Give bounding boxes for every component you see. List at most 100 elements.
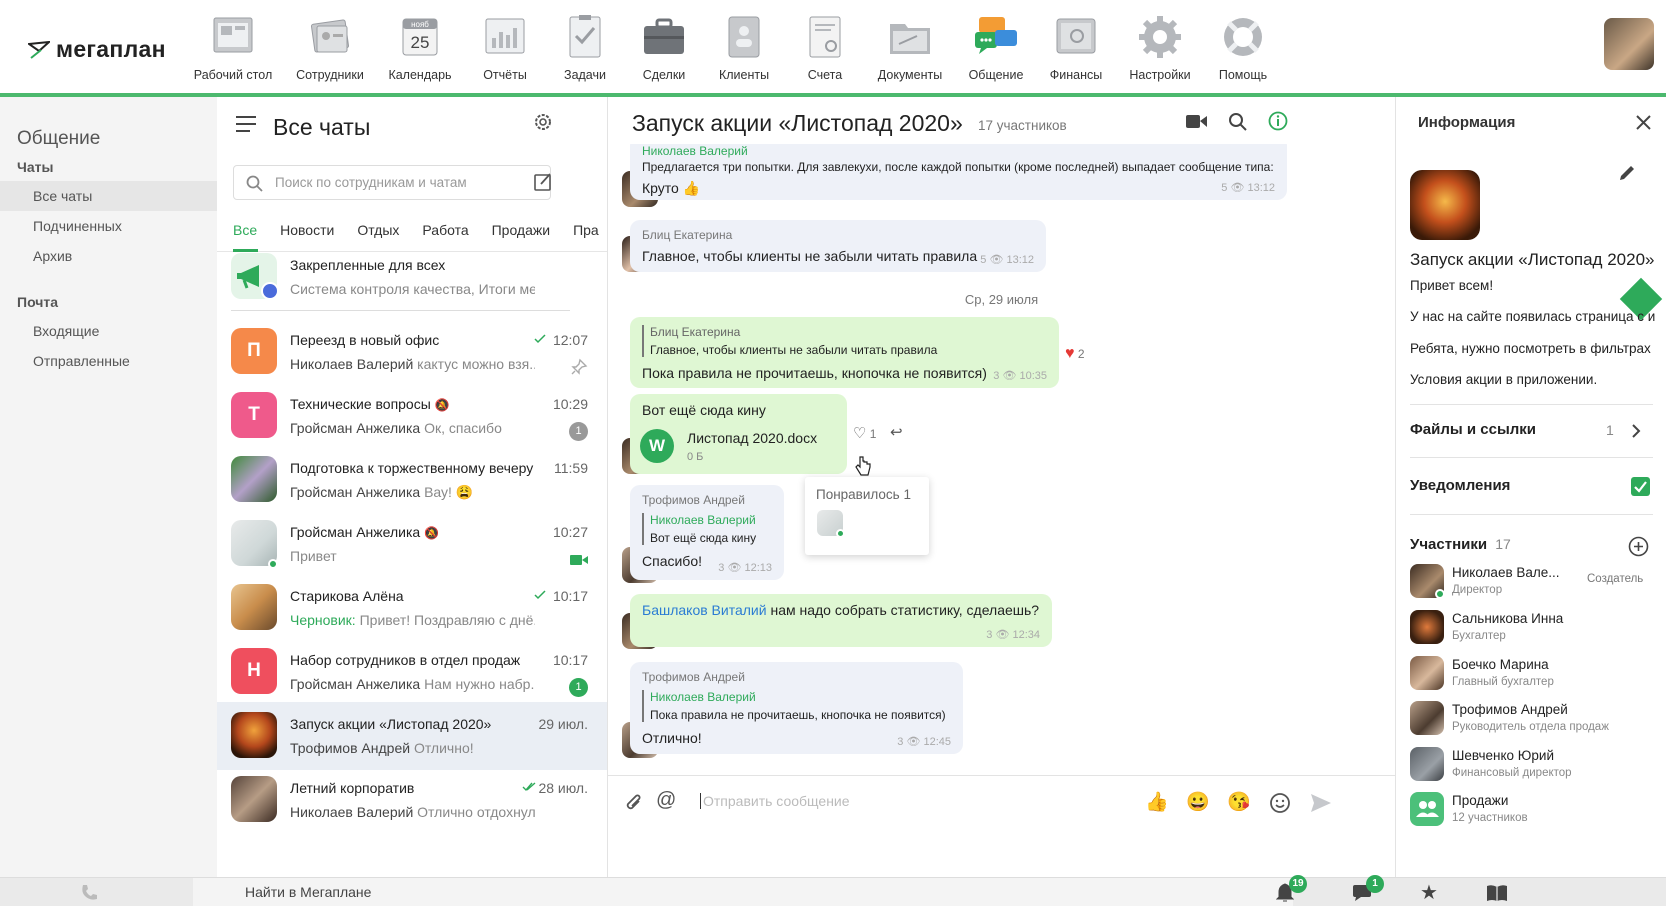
settings-gear-icon[interactable] <box>533 112 553 132</box>
chat-item[interactable]: Подготовка к торжественному вечеру Гройс… <box>217 446 607 514</box>
video-call-icon[interactable] <box>1186 114 1208 129</box>
messages-badge: 1 <box>1366 875 1384 893</box>
member-item[interactable]: Николаев Вале... Директор Создатель <box>1410 564 1666 608</box>
file-name[interactable]: Листопад 2020.docx <box>687 430 817 446</box>
sidebar-item-all-chats[interactable]: Все чаты <box>0 181 217 211</box>
likes-counter[interactable]: ♡ 1 <box>853 424 876 442</box>
chat-item-selected[interactable]: Запуск акции «Листопад 2020» Трофимов Ан… <box>217 702 607 770</box>
nav-chat[interactable]: Общение <box>953 14 1039 82</box>
chat-item[interactable]: Летний корпоратив Николаев Валерий Отлич… <box>217 766 607 834</box>
menu-icon[interactable] <box>236 115 258 133</box>
tab-all[interactable]: Все <box>233 222 257 238</box>
chat-time: 10:17 <box>552 588 588 604</box>
nav-employees[interactable]: Сотрудники <box>287 14 373 82</box>
info-icon[interactable] <box>1268 111 1288 131</box>
message-bubble[interactable]: Трофимов Андрей Николаев Валерий Вот ещё… <box>630 485 784 580</box>
nav-clients[interactable]: Клиенты <box>701 14 787 82</box>
edit-pencil-icon[interactable] <box>1618 164 1636 182</box>
nav-tasks[interactable]: Задачи <box>542 14 628 82</box>
megaplan-logo[interactable]: мегаплан <box>28 36 166 63</box>
nav-help[interactable]: Помощь <box>1200 14 1286 82</box>
message-bubble[interactable]: Николаев Валерий Предлагается три попытк… <box>630 144 1287 200</box>
message-bubble[interactable]: Трофимов Андрей Николаев Валерий Пока пр… <box>630 662 963 754</box>
chat-item[interactable]: Гройсман Анжелика 🔕 Привет 10:27 <box>217 510 607 578</box>
member-item[interactable]: Боечко Марина Главный бухгалтер <box>1410 656 1666 700</box>
tab-more[interactable]: Пра <box>573 222 599 238</box>
sidebar-item-inbox[interactable]: Входящие <box>0 316 217 346</box>
grin-emoji-icon[interactable]: 😀 <box>1186 790 1210 814</box>
user-avatar[interactable] <box>1604 18 1654 70</box>
online-indicator <box>268 559 278 569</box>
global-search[interactable]: Найти в Мегаплане <box>193 878 1293 906</box>
message-bubble-own[interactable]: Башлаков Виталий нам надо собрать статис… <box>630 594 1052 647</box>
message-quote[interactable]: Николаев Валерий Пока правила не прочита… <box>642 690 951 722</box>
add-member-icon[interactable] <box>1628 536 1649 557</box>
chat-item-pinned[interactable]: Закрепленные для всех Система контроля к… <box>217 243 607 311</box>
message-bubble[interactable]: Блиц Екатерина Главное, чтобы клиенты не… <box>630 220 1046 272</box>
message-text: Круто 👍 <box>642 180 701 196</box>
kiss-emoji-icon[interactable]: 😘 <box>1227 790 1251 814</box>
chat-time: 10:17 <box>552 652 588 668</box>
nav-calendar[interactable]: нояб 25 Календарь <box>377 14 463 82</box>
check-icon <box>534 334 546 344</box>
notifications-checkbox[interactable] <box>1631 477 1650 496</box>
book-icon[interactable] <box>1486 884 1508 902</box>
nav-desktop[interactable]: Рабочий стол <box>190 14 276 82</box>
sidebar-item-sent[interactable]: Отправленные <box>0 346 217 376</box>
chat-item[interactable]: Т Технические вопросы 🔕 Гройсман Анжелик… <box>217 382 607 450</box>
nav-documents[interactable]: Документы <box>867 14 953 82</box>
chat-item[interactable]: Старикова Алёна Черновик: Привет! Поздра… <box>217 574 607 642</box>
tab-sales[interactable]: Продажи <box>492 222 550 238</box>
message-bubble-own[interactable]: Блиц Екатерина Главное, чтобы клиенты не… <box>630 317 1059 388</box>
tab-work[interactable]: Работа <box>422 222 468 238</box>
message-quote[interactable]: Николаев Валерий Вот ещё сюда кину <box>642 513 772 545</box>
check-icon <box>1634 481 1647 493</box>
pin-icon[interactable] <box>570 358 588 376</box>
mention-link[interactable]: Башлаков Виталий <box>642 602 767 618</box>
muted-bell-icon: 🔕 <box>434 398 450 412</box>
thumbs-up-icon[interactable]: 👍 <box>1145 790 1169 814</box>
nav-invoices[interactable]: Счета <box>782 14 868 82</box>
nav-settings[interactable]: Настройки <box>1117 14 1203 82</box>
chat-item[interactable]: Н Набор сотрудников в отдел продаж Гройс… <box>217 638 607 706</box>
message-quote[interactable]: Блиц Екатерина Главное, чтобы клиенты не… <box>642 325 1047 357</box>
message-bubble-own[interactable]: Вот ещё сюда кину W Листопад 2020.docx 0… <box>630 394 847 474</box>
info-description-line: Условия акции в приложении. <box>1410 372 1598 387</box>
member-item-group[interactable]: Продажи 12 участников <box>1410 792 1666 836</box>
message-text: Башлаков Виталий нам надо собрать статис… <box>642 602 1040 618</box>
search-icon[interactable] <box>1228 112 1247 131</box>
tab-news[interactable]: Новости <box>280 222 334 238</box>
new-chat-icon[interactable] <box>533 172 553 192</box>
mention-icon[interactable]: @ <box>656 789 676 812</box>
send-icon[interactable] <box>1310 793 1332 813</box>
chat-image[interactable] <box>1410 170 1480 240</box>
sidebar-item-subordinates[interactable]: Подчиненных <box>0 211 217 241</box>
close-icon[interactable] <box>1636 115 1651 130</box>
member-avatar <box>1410 747 1444 781</box>
member-item[interactable]: Сальникова Инна Бухгалтер <box>1410 610 1666 654</box>
chat-search-input[interactable]: Поиск по сотрудникам и чатам <box>233 165 551 200</box>
emoji-picker-icon[interactable] <box>1269 792 1291 814</box>
chat-avatar <box>231 776 277 822</box>
member-item[interactable]: Трофимов Андрей Руководитель отдела прод… <box>1410 701 1666 745</box>
sidebar-section-mail[interactable]: Почта <box>17 294 58 310</box>
likes-counter[interactable]: ♥ 2 <box>1065 345 1085 363</box>
participants-count[interactable]: 17 участников <box>978 118 1067 133</box>
message-input[interactable]: Отправить сообщение <box>700 793 850 809</box>
nav-finance[interactable]: Финансы <box>1033 14 1119 82</box>
docx-file-icon: W <box>640 429 674 463</box>
chat-preview: Николаев Валерий Отлично отдохнули! <box>290 804 535 820</box>
attach-icon[interactable] <box>624 792 644 814</box>
sidebar-section-chats[interactable]: Чаты <box>17 159 53 175</box>
sidebar-item-archive[interactable]: Архив <box>0 241 217 271</box>
nav-deals[interactable]: Сделки <box>621 14 707 82</box>
member-item[interactable]: Шевченко Юрий Финансовый директор <box>1410 747 1666 791</box>
message-composer: @ Отправить сообщение 👍 😀 😘 <box>608 775 1395 832</box>
tab-leisure[interactable]: Отдых <box>357 222 399 238</box>
video-call-icon[interactable] <box>570 554 588 566</box>
reply-icon[interactable]: ↩ <box>890 423 903 441</box>
phone-icon[interactable] <box>80 884 98 902</box>
star-icon[interactable]: ★ <box>1420 880 1438 905</box>
chat-item[interactable]: П Переезд в новый офис Николаев Валерий … <box>217 318 607 386</box>
nav-reports[interactable]: Отчёты <box>462 14 548 82</box>
